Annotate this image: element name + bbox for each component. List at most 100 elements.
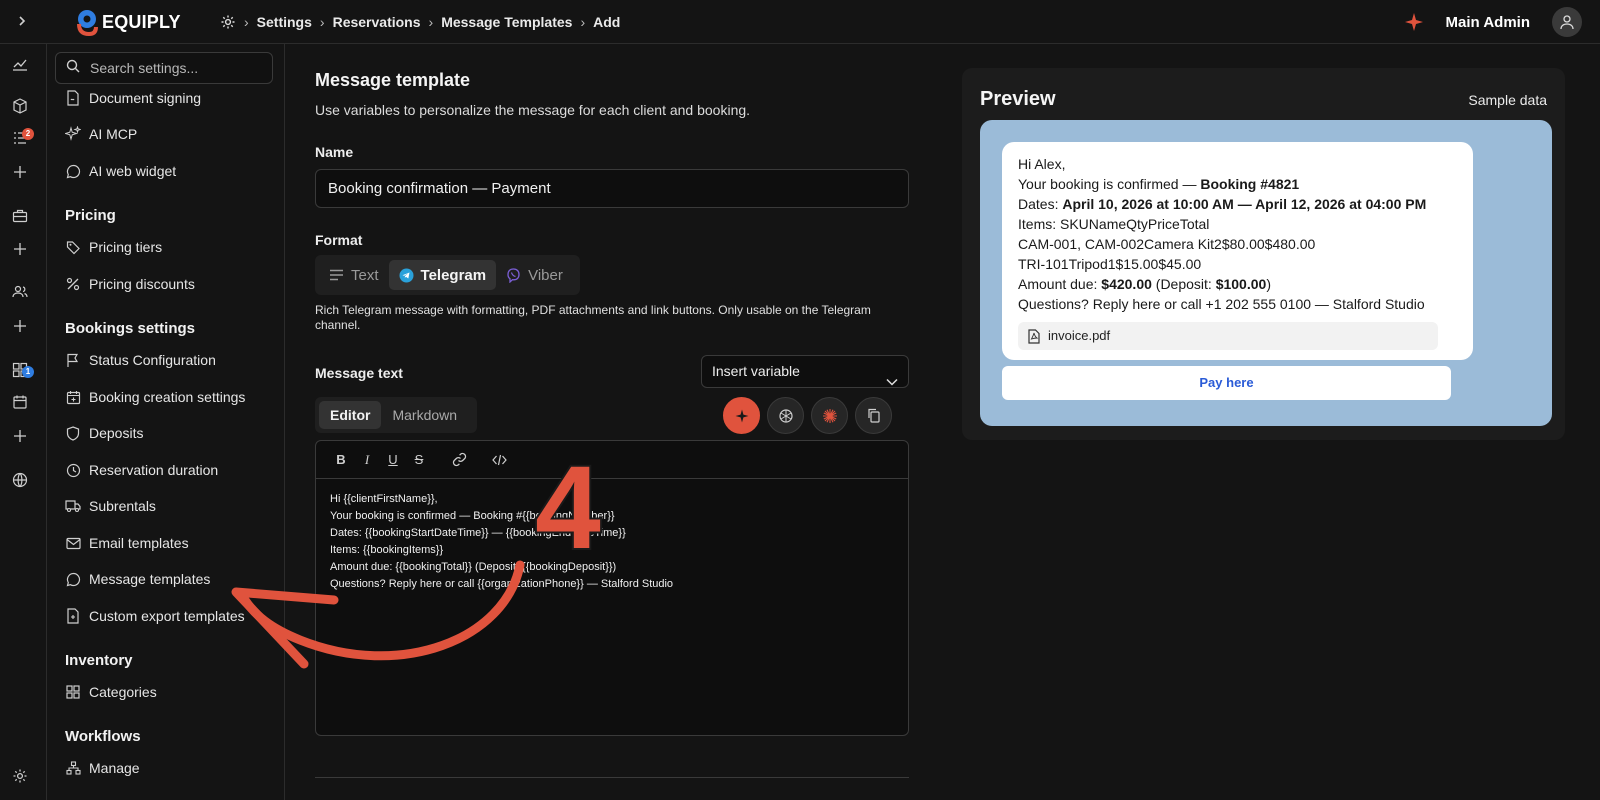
- sparkle-icon: [735, 409, 748, 422]
- bold-icon[interactable]: B: [328, 447, 354, 473]
- sidebar-item-email-templates[interactable]: Email templates: [65, 532, 189, 554]
- user-name[interactable]: Main Admin: [1446, 14, 1530, 31]
- sidebar-item-reservation-duration[interactable]: Reservation duration: [65, 459, 218, 481]
- sidebar-item-categories[interactable]: Categories: [65, 681, 157, 703]
- grid-icon: [65, 684, 81, 700]
- breadcrumb-reservations[interactable]: Reservations: [333, 14, 421, 30]
- clock-icon: [65, 462, 81, 478]
- preview-line-amount: Amount due: $420.00 (Deposit: $100.00): [1018, 276, 1271, 292]
- claude-button[interactable]: [811, 397, 848, 434]
- inventory-box-icon[interactable]: [10, 96, 30, 116]
- sidebar-item-ai-mcp[interactable]: AI MCP: [65, 123, 137, 145]
- format-selector: Text Telegram Viber: [315, 255, 580, 295]
- settings-gear-icon[interactable]: [10, 766, 30, 786]
- section-heading-bookings-settings: Bookings settings: [65, 320, 196, 337]
- breadcrumb-settings[interactable]: Settings: [257, 14, 312, 30]
- add-booking-icon[interactable]: [10, 162, 30, 182]
- sidebar-item-pricing-tiers[interactable]: Pricing tiers: [65, 236, 162, 258]
- search-input[interactable]: [90, 60, 260, 76]
- settings-gear-icon[interactable]: [220, 14, 236, 30]
- globe-icon[interactable]: [10, 470, 30, 490]
- logo-mark-icon: [74, 8, 100, 37]
- preview-greeting: Hi Alex,: [1018, 156, 1066, 172]
- text-lines-icon: [329, 269, 344, 281]
- viber-icon: [506, 267, 521, 283]
- chevron-right-icon: ›: [244, 14, 249, 30]
- sample-data-label[interactable]: Sample data: [1468, 92, 1547, 108]
- sidebar-item-subrentals[interactable]: Subrentals: [65, 495, 156, 517]
- format-label: Format: [315, 232, 363, 248]
- chevron-right-icon: ›: [428, 14, 434, 30]
- add-event-icon[interactable]: [10, 426, 30, 446]
- section-heading-inventory: Inventory: [65, 652, 133, 669]
- mail-icon: [65, 535, 81, 551]
- workflow-icon: [65, 760, 81, 776]
- shield-icon: [65, 425, 81, 441]
- tab-markdown[interactable]: Markdown: [381, 401, 468, 429]
- attachment-chip[interactable]: invoice.pdf: [1018, 322, 1438, 350]
- sidebar-item-status-configuration[interactable]: Status Configuration: [65, 349, 216, 371]
- sidebar-item-deposits[interactable]: Deposits: [65, 422, 143, 444]
- main-content: Message template Use variables to person…: [285, 44, 1600, 800]
- copy-button[interactable]: [855, 397, 892, 434]
- settings-search[interactable]: [55, 52, 273, 84]
- ai-generate-button[interactable]: [723, 397, 760, 434]
- sidebar-item-message-templates[interactable]: Message templates: [65, 568, 210, 590]
- flag-icon: [65, 352, 81, 368]
- preview-title: Preview: [980, 88, 1056, 110]
- divider: [315, 777, 909, 778]
- format-viber-button[interactable]: Viber: [496, 260, 573, 290]
- code-icon[interactable]: [486, 447, 512, 473]
- breadcrumb-message-templates[interactable]: Message Templates: [441, 14, 572, 30]
- sidebar-item-pricing-discounts[interactable]: Pricing discounts: [65, 273, 195, 295]
- add-item-icon[interactable]: [10, 239, 30, 259]
- italic-icon[interactable]: I: [354, 447, 380, 473]
- sidebar-item-custom-export-templates[interactable]: Custom export templates: [65, 605, 245, 627]
- calendar-icon[interactable]: [10, 392, 30, 412]
- editor-content[interactable]: Hi {{clientFirstName}}, Your booking is …: [316, 479, 908, 605]
- top-bar: EQUIPLY › Settings › Reservations › Mess…: [0, 0, 1600, 44]
- add-customer-icon[interactable]: [10, 316, 30, 336]
- user-avatar-icon[interactable]: [1552, 7, 1582, 37]
- expand-sidebar-icon[interactable]: [12, 12, 32, 32]
- tab-editor[interactable]: Editor: [319, 401, 382, 429]
- analytics-icon[interactable]: [10, 54, 30, 74]
- sparkles-icon: [65, 126, 81, 142]
- tag-icon: [65, 239, 81, 255]
- format-text-button[interactable]: Text: [319, 260, 389, 290]
- page-subtitle: Use variables to personalize the message…: [315, 102, 751, 118]
- chatgpt-button[interactable]: [767, 397, 804, 434]
- document-icon: [65, 90, 81, 106]
- brand-name: EQUIPLY: [102, 11, 181, 32]
- customers-icon[interactable]: [10, 282, 30, 302]
- insert-variable-dropdown[interactable]: Insert variable: [701, 355, 909, 388]
- message-text-label: Message text: [315, 365, 403, 381]
- name-field[interactable]: Booking confirmation — Payment: [315, 169, 909, 208]
- preview-line-item: CAM-001, CAM-002Camera Kit2$80.00$480.00: [1018, 236, 1316, 252]
- sidebar-item-ai-web-widget[interactable]: AI web widget: [65, 160, 176, 182]
- preview-line-confirm: Your booking is confirmed — Booking #482…: [1018, 176, 1300, 192]
- sidebar-item-booking-creation-settings[interactable]: Booking creation settings: [65, 386, 245, 408]
- chat-bubble-icon: [65, 571, 81, 587]
- settings-sidebar: Document signing AI MCP AI web widget Pr…: [47, 44, 285, 800]
- sidebar-item-manage[interactable]: Manage: [65, 757, 140, 779]
- breadcrumb: › Settings › Reservations › Message Temp…: [220, 12, 620, 32]
- sidebar-item-document-signing[interactable]: Document signing: [65, 87, 201, 109]
- underline-icon[interactable]: U: [380, 447, 406, 473]
- strikethrough-icon[interactable]: S: [406, 447, 432, 473]
- briefcase-icon[interactable]: [10, 206, 30, 226]
- editor-line: Dates: {{bookingStartDateTime}} — {{book…: [330, 527, 626, 539]
- message-bubble: Hi Alex, Your booking is confirmed — Boo…: [1002, 142, 1473, 360]
- preview-line-items: Items: SKUNameQtyPriceTotal: [1018, 216, 1210, 232]
- format-telegram-button[interactable]: Telegram: [388, 260, 497, 290]
- pay-here-button[interactable]: Pay here: [1002, 366, 1451, 400]
- calendar-plus-icon: [65, 389, 81, 405]
- message-editor[interactable]: B I U S Hi {{clientFirstName}}, Your boo…: [315, 440, 909, 736]
- app-logo[interactable]: EQUIPLY: [74, 8, 181, 37]
- editor-mode-tabs: Editor Markdown: [315, 397, 477, 433]
- link-icon[interactable]: [446, 447, 472, 473]
- chat-bubble-icon: [65, 163, 81, 179]
- ai-sparkle-icon[interactable]: [1404, 12, 1424, 32]
- claude-icon: [822, 408, 837, 423]
- editor-line: Your booking is confirmed — Booking #{{b…: [330, 510, 615, 522]
